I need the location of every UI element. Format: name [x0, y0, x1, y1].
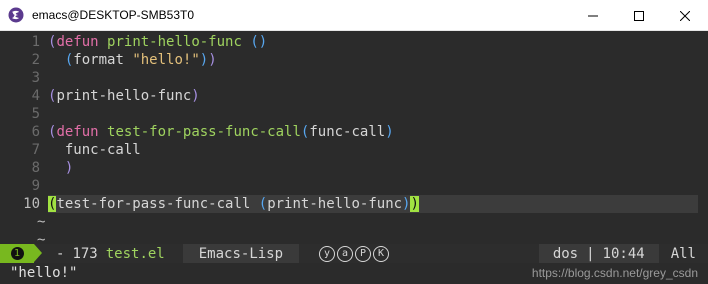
line-number: 4: [31, 88, 40, 104]
minimize-button[interactable]: [570, 0, 616, 31]
line-number-current: 10: [23, 196, 40, 212]
minor-mode-badge: y: [319, 245, 336, 262]
close-button[interactable]: [662, 0, 708, 31]
maximize-button[interactable]: [616, 0, 662, 31]
encoding-segment[interactable]: dos | 10:44: [538, 244, 659, 263]
code-line-2: (format "hello!")): [64, 52, 217, 68]
matching-paren: ): [410, 196, 419, 212]
line-number: 1: [31, 34, 40, 50]
major-mode-label: Emacs-Lisp: [198, 245, 284, 262]
code-line-10: (test-for-pass-func-call (print-hello-fu…: [48, 196, 419, 212]
scroll-position: All: [670, 245, 696, 262]
window-number-badge[interactable]: 1: [0, 244, 42, 263]
function-call: format: [73, 52, 124, 68]
line-number: 9: [31, 178, 40, 194]
line-number: 2: [31, 52, 40, 68]
echo-area: "hello!" https://blog.csdn.net/grey_csdn: [0, 263, 708, 284]
code-line-8: ): [64, 160, 74, 176]
function-name: test-for-pass-func-call: [107, 124, 301, 140]
buffer-name[interactable]: test.el: [106, 246, 165, 262]
keyword: defun: [56, 124, 99, 140]
line-number: 3: [31, 70, 40, 86]
emacs-window: emacs@DESKTOP-SMB53T0 1 2 3 4 5 6 7 8 9 …: [0, 0, 708, 284]
body-symbol: func-call: [64, 142, 141, 158]
function-call: print-hello-func: [56, 88, 192, 104]
string-literal: "hello!": [132, 52, 200, 68]
code-line-1: (defun print-hello-func (): [48, 34, 268, 50]
minor-mode-badge: P: [355, 245, 372, 262]
function-name: print-hello-func: [107, 34, 242, 50]
line-number: 7: [31, 142, 40, 158]
line-number: 6: [31, 124, 40, 140]
minimize-icon: [588, 15, 598, 16]
close-icon: [680, 10, 690, 21]
code-line-6: (defun test-for-pass-func-call(func-call…: [48, 124, 394, 140]
mode-line: 1 - 173 test.el Emacs-Lisp y a P K dos |…: [0, 244, 708, 263]
minor-modes[interactable]: y a P K: [319, 245, 390, 262]
cursor-position: 10:44: [602, 245, 645, 262]
function-call: print-hello-func: [267, 196, 403, 212]
window-title: emacs@DESKTOP-SMB53T0: [32, 8, 195, 22]
line-ending: dos: [552, 245, 579, 262]
function-call: test-for-pass-func-call: [56, 196, 251, 212]
empty-line-marker: ~: [37, 214, 46, 230]
parameter: func-call: [309, 124, 386, 140]
modified-flag: -: [56, 245, 65, 262]
arg-list: (): [250, 34, 268, 50]
minor-mode-badge: K: [373, 245, 390, 262]
buffer-size: 173: [72, 245, 98, 262]
code-line-7: func-call: [48, 141, 141, 159]
line-number: 5: [31, 106, 40, 122]
code-line-4: (print-hello-func): [48, 88, 200, 104]
separator: |: [586, 245, 595, 262]
watermark: https://blog.csdn.net/grey_csdn: [531, 266, 698, 280]
keyword: defun: [56, 34, 99, 50]
window-number: 1: [10, 247, 24, 260]
emacs-icon: [8, 7, 24, 23]
major-mode[interactable]: Emacs-Lisp: [182, 244, 300, 263]
empty-line-marker: ~: [37, 232, 46, 244]
echo-message: "hello!": [10, 265, 78, 281]
line-number: 8: [31, 160, 40, 176]
minor-mode-badge: a: [337, 245, 354, 262]
maximize-icon: [634, 10, 644, 21]
editor-area[interactable]: 1 2 3 4 5 6 7 8 9 10 (defun print-hello-…: [0, 31, 708, 244]
title-bar: emacs@DESKTOP-SMB53T0: [0, 0, 708, 31]
